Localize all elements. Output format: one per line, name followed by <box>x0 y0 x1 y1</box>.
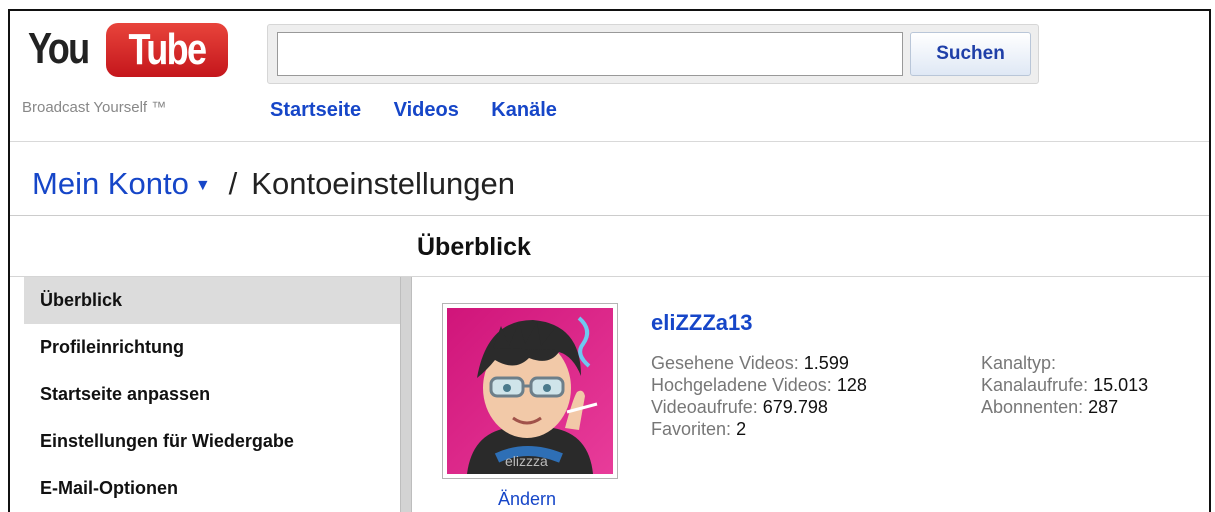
avatar-label: elizzza <box>505 453 548 469</box>
sidebar-item-email-options[interactable]: E-Mail-Optionen <box>24 465 402 512</box>
username-link[interactable]: eliZZZa13 <box>651 310 752 336</box>
logo-tube-text: Tube <box>128 25 208 74</box>
search-input[interactable] <box>277 32 903 76</box>
breadcrumb: Mein Konto ▼ / Kontoeinstellungen <box>32 166 515 202</box>
stat-value: 15.013 <box>1093 375 1149 395</box>
sidebar-splitter[interactable] <box>400 277 412 512</box>
nav-startseite[interactable]: Startseite <box>270 99 361 122</box>
sidebar-item-overview[interactable]: Überblick <box>24 277 402 324</box>
breadcrumb-current: Kontoeinstellungen <box>251 166 516 201</box>
search-bar: Suchen <box>267 24 1039 84</box>
stat-label: Abonnenten: <box>981 397 1084 417</box>
sidebar-item-label: Überblick <box>40 290 123 310</box>
stat-video-views: Videoaufrufe: 679.798 <box>651 396 867 418</box>
breadcrumb-separator: / <box>228 166 238 201</box>
breadcrumb-my-account[interactable]: Mein Konto <box>32 166 189 201</box>
avatar-frame: elizzza <box>442 303 618 479</box>
tagline: Broadcast Yourself ™ <box>22 99 167 116</box>
nav-kanaele[interactable]: Kanäle <box>491 99 557 122</box>
stat-value: 128 <box>836 375 867 395</box>
stat-label: Kanaltyp: <box>981 353 1057 373</box>
sidebar-item-label: Einstellungen für Wiedergabe <box>40 431 294 451</box>
stat-favorites: Favoriten: 2 <box>651 418 867 440</box>
header-divider <box>10 141 1209 142</box>
stat-value: 679.798 <box>762 397 828 417</box>
stat-label: Gesehene Videos: <box>651 353 799 373</box>
stat-value: 2 <box>736 419 747 439</box>
avatar-image: elizzza <box>447 308 613 474</box>
stat-label: Hochgeladene Videos: <box>651 375 832 395</box>
stat-value: 287 <box>1088 397 1119 417</box>
logo-tube-badge: Tube <box>106 23 228 77</box>
section-title: Überblick <box>417 233 531 261</box>
search-button[interactable]: Suchen <box>910 32 1031 76</box>
stat-label: Videoaufrufe: <box>651 397 758 417</box>
sidebar-item-customize-homepage[interactable]: Startseite anpassen <box>24 371 402 418</box>
stat-watched-videos: Gesehene Videos: 1.599 <box>651 352 867 374</box>
logo-you-text: You <box>28 24 90 73</box>
stats-left: Gesehene Videos: 1.599 Hochgeladene Vide… <box>651 352 867 440</box>
breadcrumb-divider <box>10 215 1209 216</box>
avatar: elizzza <box>447 308 613 474</box>
youtube-logo[interactable]: You Tube <box>26 19 228 79</box>
dropdown-triangle-icon[interactable]: ▼ <box>195 177 211 195</box>
stats-right: Kanaltyp: Kanalaufrufe: 15.013 Abonnente… <box>981 352 1148 418</box>
sidebar-item-label: E-Mail-Optionen <box>40 478 178 498</box>
sidebar-item-label: Profileinrichtung <box>40 337 184 357</box>
stat-uploaded-videos: Hochgeladene Videos: 128 <box>651 374 867 396</box>
stat-channel-type: Kanaltyp: <box>981 352 1148 374</box>
stat-subscribers: Abonnenten: 287 <box>981 396 1148 418</box>
stat-value: 1.599 <box>803 353 849 373</box>
nav-videos[interactable]: Videos <box>394 99 459 122</box>
change-avatar-link[interactable]: Ändern <box>498 489 556 510</box>
stat-label: Kanalaufrufe: <box>981 375 1089 395</box>
sidebar-item-profile-setup[interactable]: Profileinrichtung <box>24 324 402 371</box>
sidebar-item-label: Startseite anpassen <box>40 384 211 404</box>
sidebar-item-playback-settings[interactable]: Einstellungen für Wiedergabe <box>24 418 402 465</box>
top-nav: Startseite Videos Kanäle <box>270 99 585 122</box>
stat-channel-views: Kanalaufrufe: 15.013 <box>981 374 1148 396</box>
stat-label: Favoriten: <box>651 419 732 439</box>
sidebar: Überblick Profileinrichtung Startseite a… <box>24 277 402 512</box>
page-frame: You Tube Broadcast Yourself ™ Suchen Sta… <box>8 9 1211 512</box>
